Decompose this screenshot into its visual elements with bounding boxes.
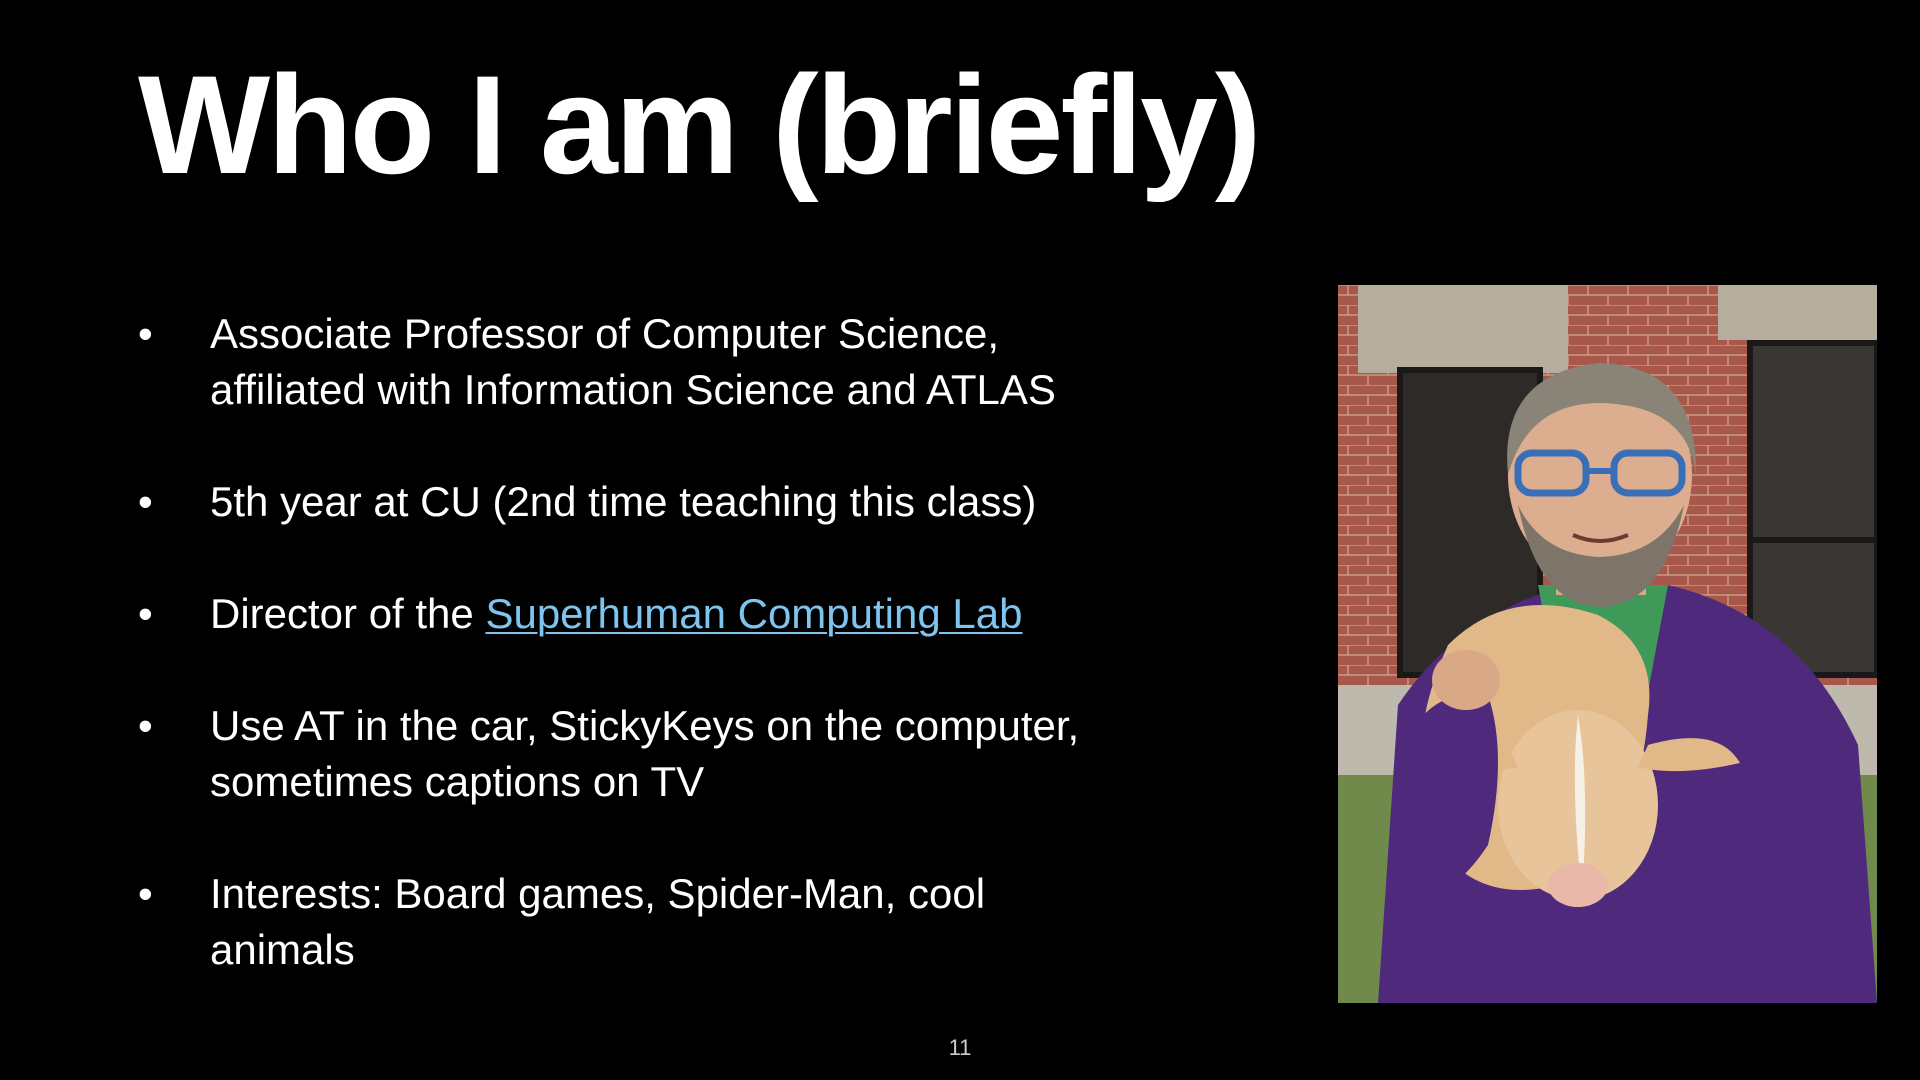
bullet-marker: • [138, 870, 153, 917]
bullet-text: affiliated with Information Science and … [210, 366, 1056, 413]
bullet-marker: • [138, 702, 153, 749]
bullet-item-lab: • Director of the Superhuman Computing L… [138, 586, 1288, 642]
bullet-prefix: Director of the [210, 590, 486, 637]
stone-lintel [1358, 285, 1568, 373]
bullet-text: Director of the Superhuman Computing Lab [210, 586, 1288, 642]
bullet-text: animals [210, 926, 355, 973]
bullet-list: • Associate Professor of Computer Scienc… [138, 306, 1288, 978]
bullet-item-year: • 5th year at CU (2nd time teaching this… [138, 474, 1288, 530]
window [1747, 340, 1877, 678]
bullet-text: Interests: Board games, Spider-Man, cool [210, 870, 986, 917]
profile-photo [1338, 285, 1877, 1003]
bullet-item-interests: • Interests: Board games, Spider-Man, co… [138, 866, 1288, 978]
lab-link[interactable]: Superhuman Computing Lab [485, 590, 1022, 637]
slide-title: Who I am (briefly) [138, 46, 1261, 203]
profile-photo-illustration [1338, 285, 1877, 1003]
slide-number: 11 [948, 1035, 972, 1060]
bullet-marker: • [138, 478, 153, 525]
bullet-marker: • [138, 590, 153, 637]
bullet-item-accessibility: • Use AT in the car, StickyKeys on the c… [138, 698, 1288, 810]
bullet-text: sometimes captions on TV [210, 758, 705, 805]
stone-lintel [1718, 285, 1877, 340]
bullet-text: 5th year at CU (2nd time teaching this c… [210, 478, 1037, 525]
bullet-text: Associate Professor of Computer Science, [210, 310, 1000, 357]
bullet-item-position: • Associate Professor of Computer Scienc… [138, 306, 1288, 418]
bullet-marker: • [138, 310, 153, 357]
bullet-text: Use AT in the car, StickyKeys on the com… [210, 702, 1080, 749]
